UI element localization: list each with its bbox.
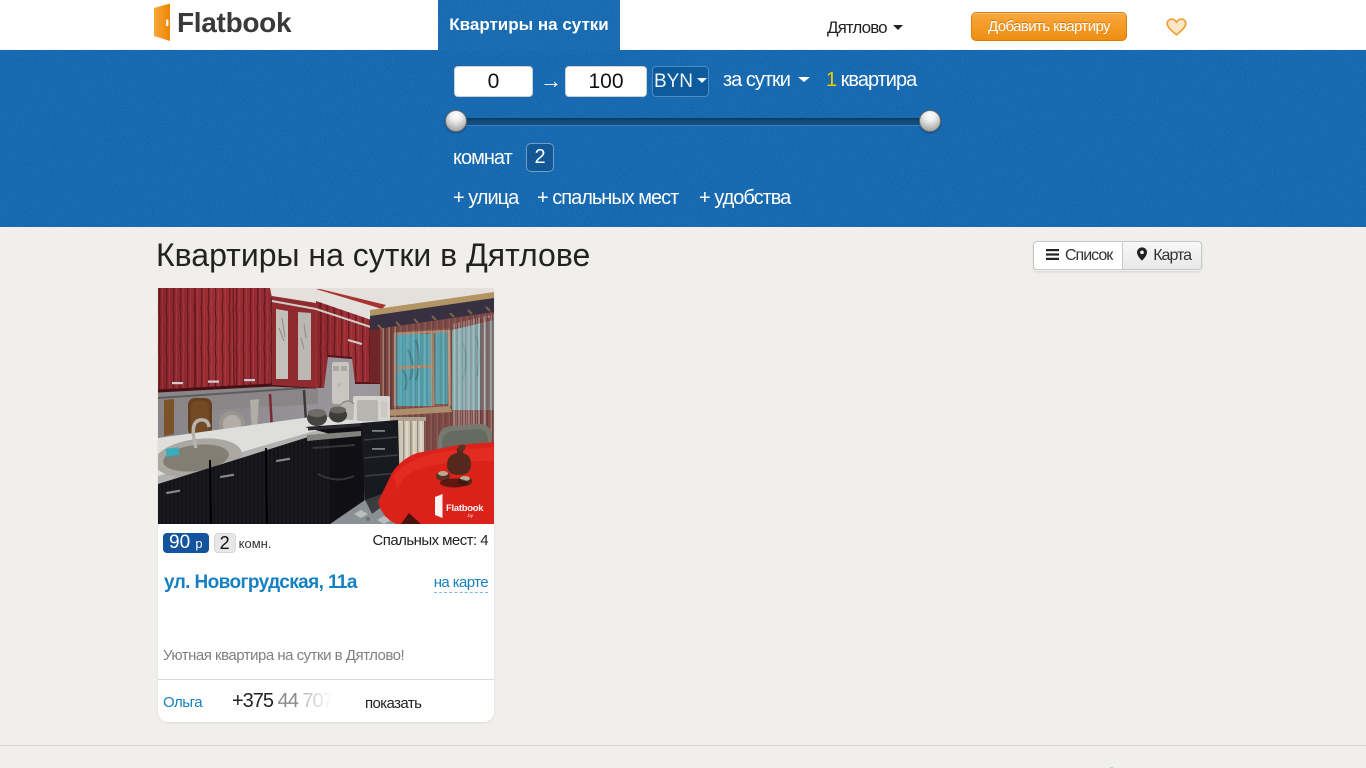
svg-text:.by: .by [467, 513, 474, 518]
svg-text:Flatbook: Flatbook [446, 503, 484, 514]
